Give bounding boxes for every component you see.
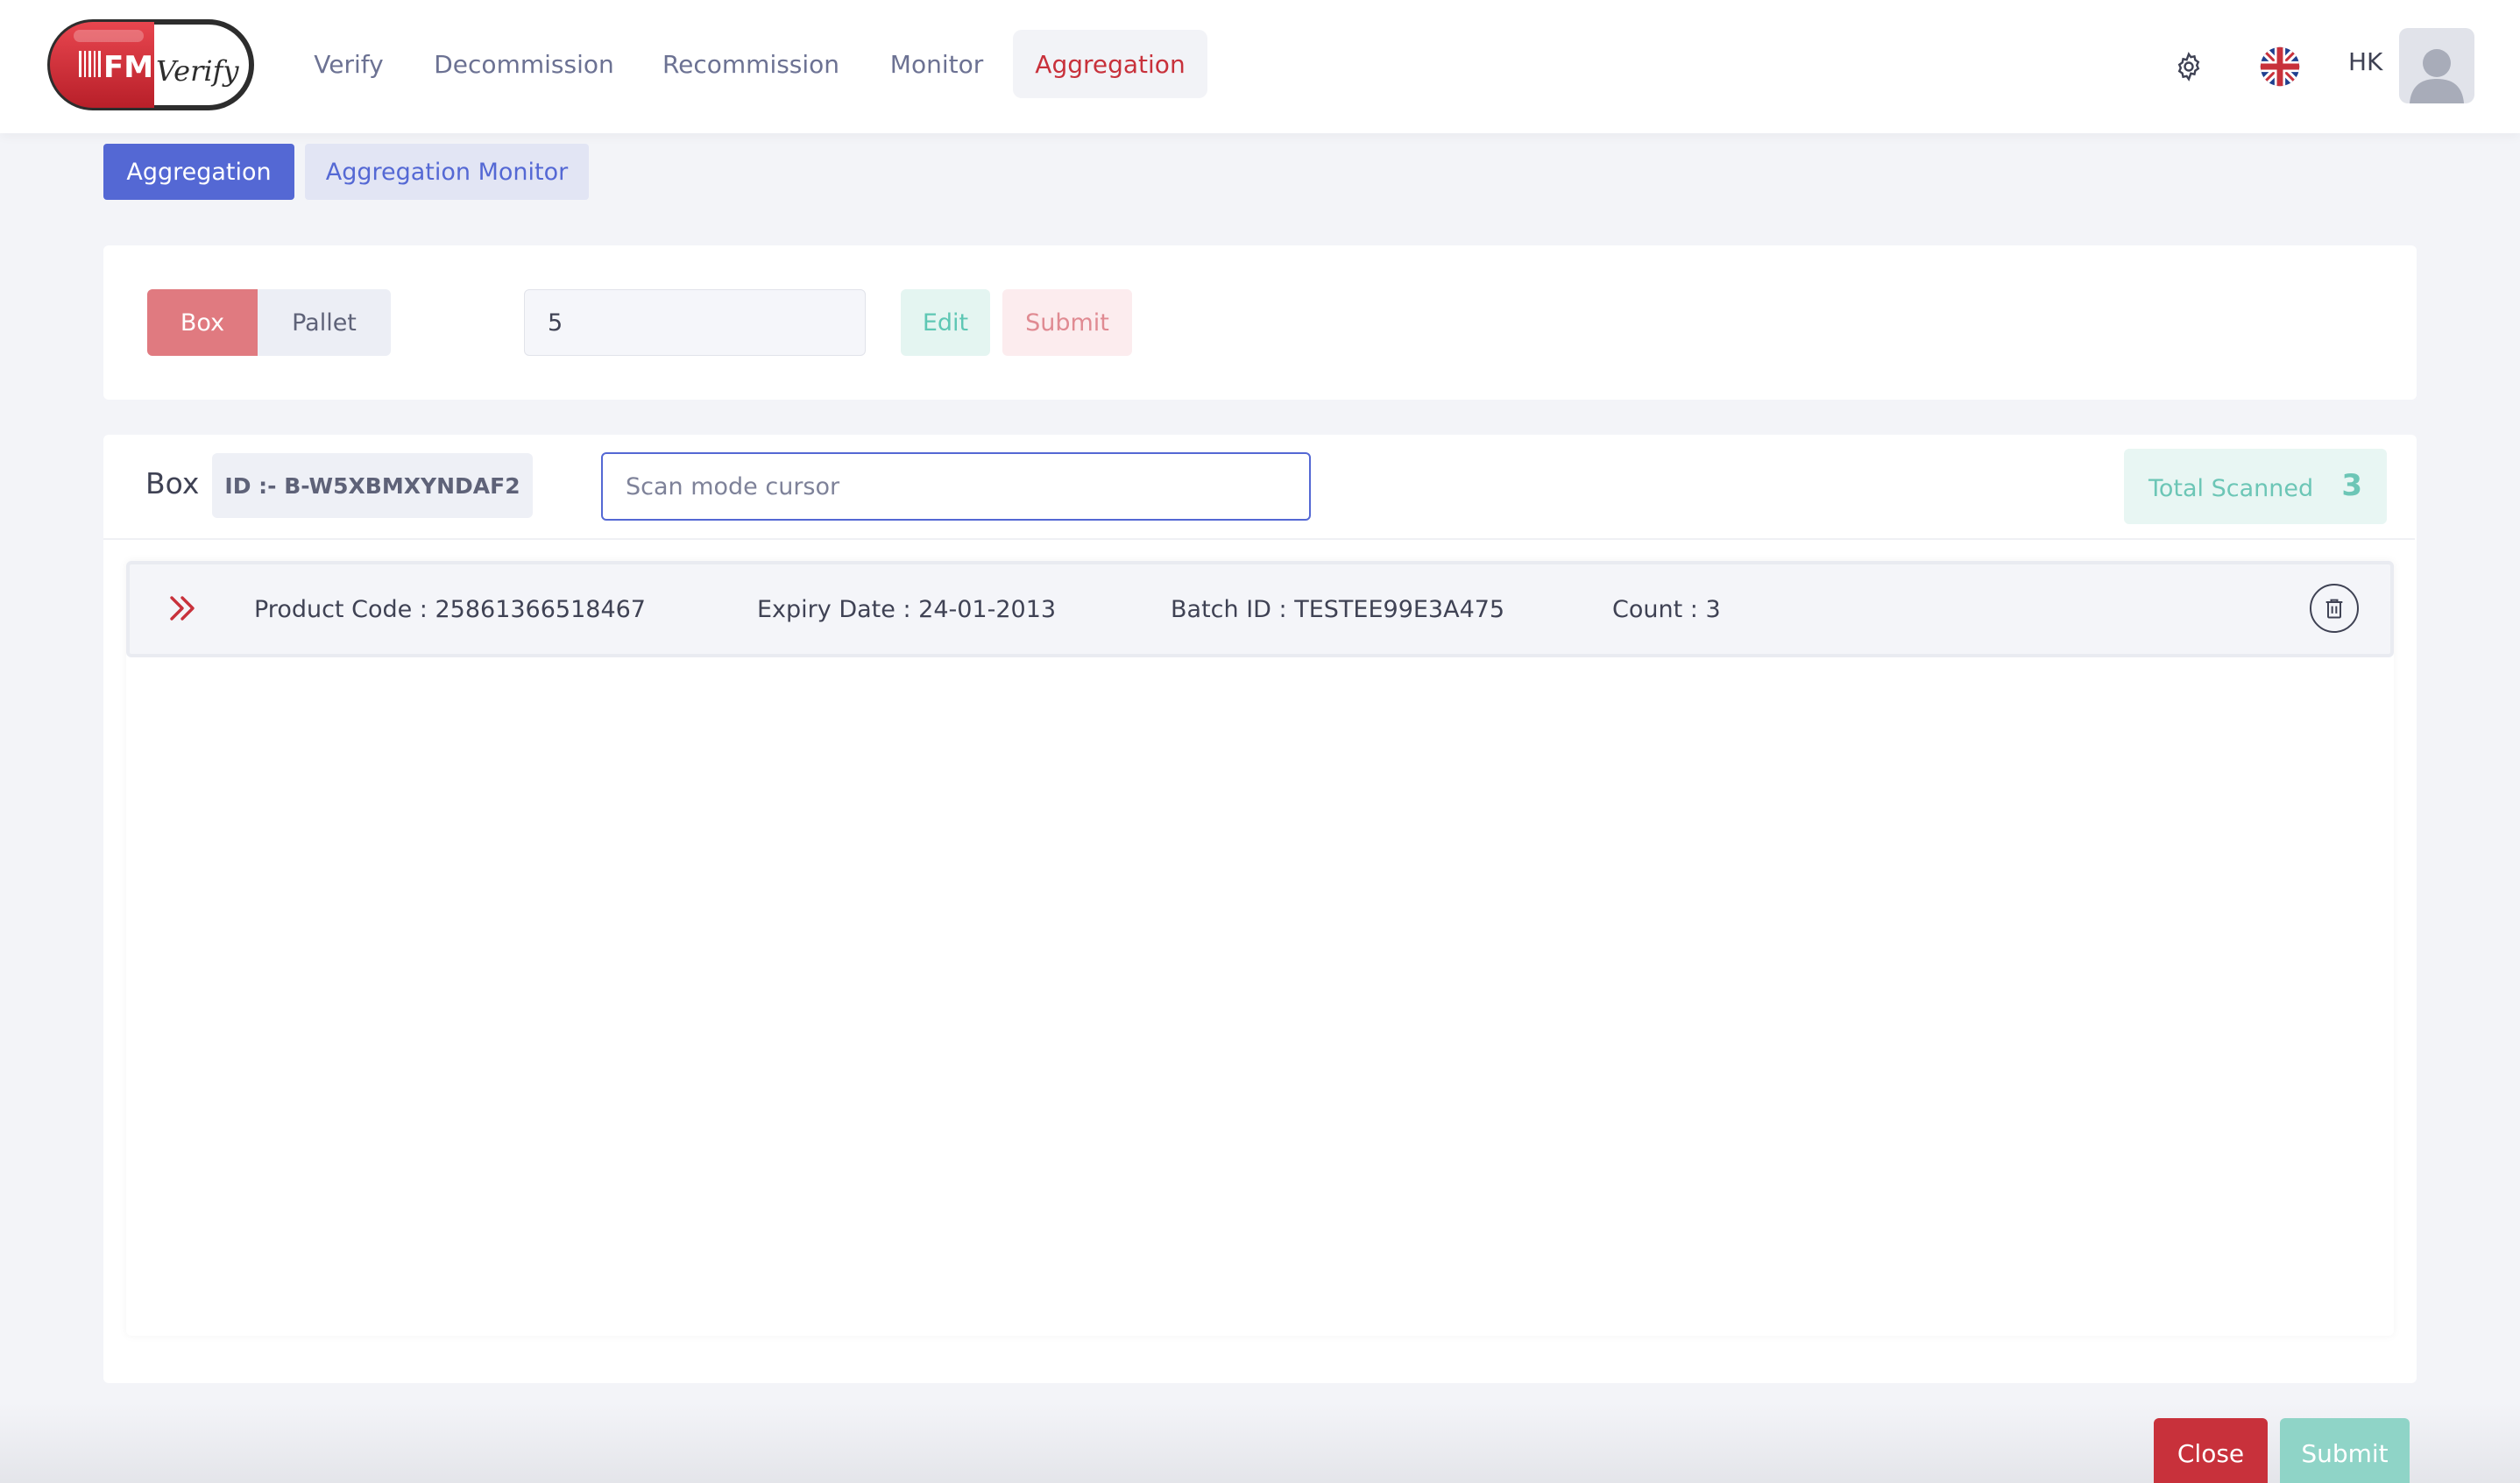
quantity-input[interactable] [524,289,866,356]
total-scanned-value: 3 [2341,468,2362,503]
user-avatar-icon[interactable] [2399,28,2474,103]
fmverify-logo[interactable]: FM Verify [47,19,254,110]
box-id-badge: ID :- B-W5XBMXYNDAF2 [212,453,533,518]
trash-icon[interactable] [2310,584,2359,633]
gear-icon[interactable] [2164,42,2213,91]
product-code: Product Code : 25861366518467 [254,596,646,623]
user-initials: HK [2348,47,2383,76]
config-card [103,245,2417,400]
scanned-items-list [126,561,2394,1336]
item-count: Count : 3 [1612,596,1721,623]
nav-decommission[interactable]: Decommission [426,30,622,98]
double-chevron-right-icon[interactable] [165,591,200,629]
box-title: Box [145,466,200,500]
svg-text:FM: FM [103,50,153,85]
total-scanned-label: Total Scanned [2148,475,2314,502]
subtab-aggregation[interactable]: Aggregation [103,144,294,200]
mode-pallet-button[interactable]: Pallet [258,289,391,356]
uk-flag-icon[interactable] [2255,42,2304,91]
nav-monitor[interactable]: Monitor [880,30,994,98]
svg-text:Verify: Verify [156,54,239,88]
submit-button[interactable]: Submit [2280,1418,2410,1483]
edit-button[interactable]: Edit [901,289,990,356]
batch-id: Batch ID : TESTEE99E3A475 [1171,596,1505,623]
config-submit-button[interactable]: Submit [1002,289,1132,356]
subtab-aggregation-monitor[interactable]: Aggregation Monitor [305,144,589,200]
nav-recommission[interactable]: Recommission [654,30,848,98]
scan-input[interactable] [601,452,1311,521]
total-scanned-badge: Total Scanned 3 [2124,449,2387,524]
mode-box-button[interactable]: Box [147,289,258,356]
nav-verify[interactable]: Verify [305,30,393,98]
bottom-bar [0,1402,2520,1483]
divider [103,538,2415,540]
close-button[interactable]: Close [2154,1418,2268,1483]
nav-aggregation[interactable]: Aggregation [1013,30,1207,98]
top-header: FM Verify Verify Decommission Recommissi… [0,0,2520,133]
expiry-date: Expiry Date : 24-01-2013 [757,596,1057,623]
list-item[interactable]: Product Code : 25861366518467 Expiry Dat… [126,561,2394,657]
